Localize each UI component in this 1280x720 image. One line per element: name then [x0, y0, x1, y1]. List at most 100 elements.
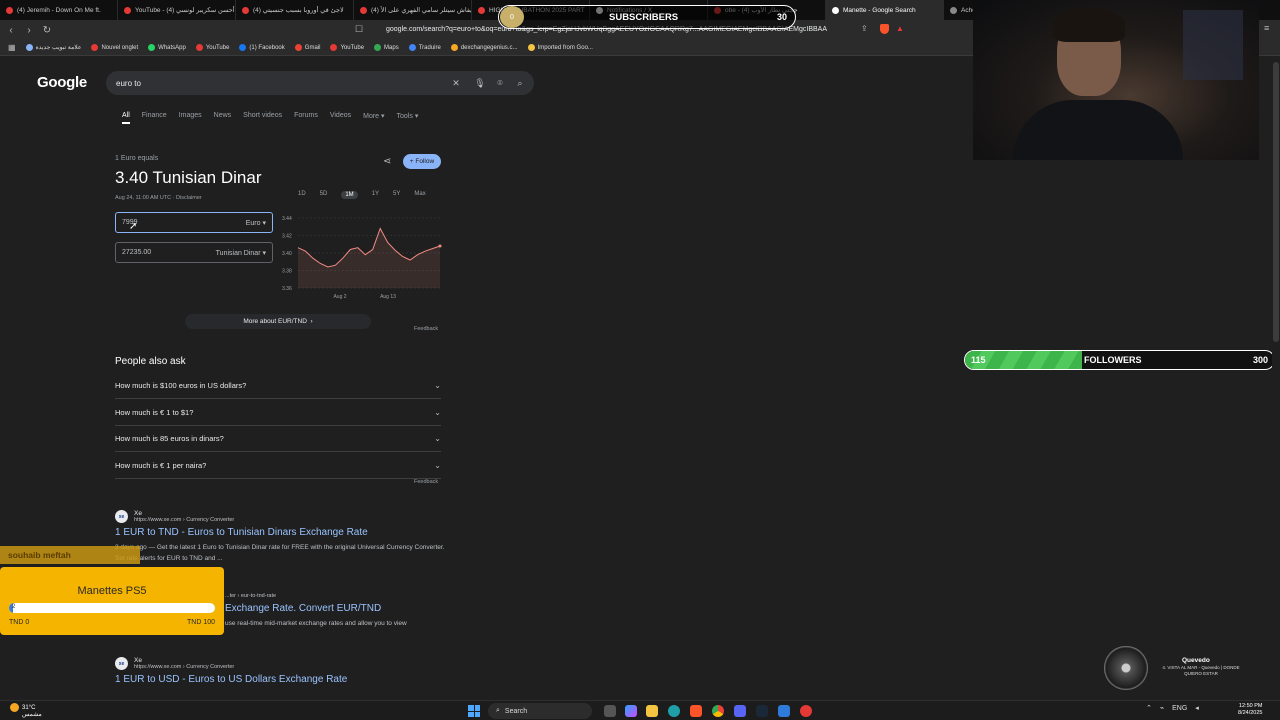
obs-icon[interactable] [800, 705, 812, 717]
file-explorer-icon[interactable] [646, 705, 658, 717]
brave-icon[interactable] [690, 705, 702, 717]
search-icon[interactable]: ⌕ [513, 76, 527, 90]
search-tab[interactable]: All [122, 112, 130, 124]
weather-widget[interactable]: 31°C مشمس [10, 703, 42, 719]
to-currency-select[interactable]: Tunisian Dinar ▾ [216, 249, 266, 257]
edge-icon[interactable] [668, 705, 680, 717]
language-indicator[interactable]: ENG [1172, 705, 1187, 712]
chart-range-tab[interactable]: Max [414, 191, 425, 199]
chevron-down-icon[interactable]: ⌄ [434, 381, 441, 390]
search-tab[interactable]: Short videos [243, 112, 282, 124]
vinyl-disc-icon [1104, 646, 1148, 690]
from-amount-field[interactable]: 7999 Euro ▾ [115, 212, 273, 233]
forward-icon[interactable]: › [22, 23, 36, 37]
search-input[interactable]: euro to [116, 79, 141, 88]
follow-button[interactable]: + Follow [403, 154, 441, 169]
chart-y-tick-label: 3.38 [282, 269, 292, 275]
lens-icon[interactable]: ⌾ [493, 76, 507, 90]
chevron-down-icon[interactable]: ⌄ [434, 461, 441, 470]
bookmark-item[interactable]: YouTube [330, 44, 364, 51]
from-currency-select[interactable]: Euro ▾ [246, 219, 266, 227]
paa-question[interactable]: How much is 85 euros in dinars? ⌄ [115, 426, 441, 452]
paa-feedback-link[interactable]: Feedback [414, 479, 438, 485]
browser-tab[interactable]: Manette - Google Search [826, 0, 944, 20]
bookmark-star-icon[interactable]: ☐ [355, 24, 363, 35]
windows-start-icon[interactable] [468, 705, 480, 717]
paa-question[interactable]: How much is € 1 to $1? ⌄ [115, 400, 441, 426]
search-tab[interactable]: News [214, 112, 232, 124]
notepad-icon[interactable] [778, 705, 790, 717]
chevron-down-icon[interactable]: ⌄ [434, 434, 441, 443]
apps-icon[interactable]: ▦ [8, 43, 16, 52]
chart-range-tab[interactable]: 1M [341, 191, 358, 199]
search-result: xe Xe https://www.xe.com › Currency Conver… [115, 657, 455, 689]
paa-question-text: How much is $100 euros in US dollars? [115, 381, 247, 390]
search-box[interactable]: euro to ✕ 🎙 ⌾ ⌕ [106, 71, 534, 95]
search-tab[interactable]: More ▾ [363, 112, 384, 124]
chart-range-tab[interactable]: 5Y [393, 191, 400, 199]
site-logo-icon: xe [115, 657, 128, 670]
bookmark-item[interactable]: علامة تبويب جديدة [25, 44, 81, 51]
menu-icon[interactable]: ≡ [1264, 23, 1269, 33]
task-view-icon[interactable] [604, 705, 616, 717]
result-site[interactable]: xe Xe https://www.xe.com › Currency Conver… [115, 657, 455, 670]
bookmark-item[interactable]: YouTube [195, 44, 229, 51]
tray-chevron-icon[interactable]: ⌃ [1146, 704, 1152, 712]
chart-range-tab[interactable]: 1D [298, 191, 306, 199]
network-icon[interactable]: ⌁ [1160, 704, 1164, 712]
result-snippet: use real-time mid-market exchange rates … [225, 620, 407, 627]
tab-favicon-icon [950, 6, 957, 14]
to-amount-field[interactable]: 27235.00 Tunisian Dinar ▾ [115, 242, 273, 263]
rewards-icon[interactable]: ▲ [896, 24, 904, 33]
google-logo[interactable]: Google [37, 74, 87, 91]
search-tab[interactable]: Videos [330, 112, 351, 124]
bookmark-item[interactable]: dexchangegenius.c... [450, 44, 518, 51]
page-scrollbar[interactable] [1272, 56, 1280, 700]
followers-goal: 300 [1252, 355, 1268, 365]
voice-search-icon[interactable]: 🎙 [473, 76, 487, 90]
steam-icon[interactable] [756, 705, 768, 717]
back-icon[interactable]: ‹ [4, 23, 18, 37]
brave-shield-icon[interactable] [880, 24, 889, 34]
search-tab[interactable]: Images [179, 112, 202, 124]
paa-question[interactable]: How much is € 1 per naira? ⌄ [115, 453, 441, 479]
result-title-link[interactable]: 1 EUR to TND - Euros to Tunisian Dinars … [115, 527, 455, 538]
result-title-link[interactable]: Exchange Rate. Convert EUR/TND [225, 603, 565, 614]
bookmark-item[interactable]: Imported from Goo... [527, 44, 593, 51]
reload-icon[interactable]: ↻ [40, 23, 54, 37]
copilot-icon[interactable] [625, 705, 637, 717]
taskbar-clock[interactable]: 12:50 PM 8/24/2025 [1238, 703, 1262, 717]
result-site-meta: Xe https://www.xe.com › Currency Converte… [134, 510, 234, 523]
clear-icon[interactable]: ✕ [449, 76, 463, 90]
chart-range-tab[interactable]: 1Y [372, 191, 379, 199]
browser-tab[interactable]: (4) لاجئ في أوروبا بسبب جنسيتي [236, 0, 354, 20]
to-amount-input[interactable]: 27235.00 [122, 249, 151, 256]
result-site[interactable]: xe Xe https://www.xe.com › Currency Conver… [115, 510, 455, 523]
search-tab[interactable]: Finance [142, 112, 167, 124]
result-title-link[interactable]: 1 EUR to USD - Euros to US Dollars Excha… [115, 674, 455, 685]
bookmark-item[interactable]: WhatsApp [148, 44, 186, 51]
scrollbar-thumb[interactable] [1273, 62, 1279, 342]
bookmark-item[interactable]: Maps [374, 44, 399, 51]
chevron-down-icon[interactable]: ⌄ [434, 408, 441, 417]
discord-icon[interactable] [734, 705, 746, 717]
chart-range-tab[interactable]: 5D [320, 191, 328, 199]
search-tab[interactable]: Tools ▾ [397, 112, 419, 124]
bookmark-item[interactable]: Gmail [294, 44, 320, 51]
result-site[interactable]: ...ter › eur-to-tnd-rate [225, 593, 565, 599]
browser-tab[interactable]: YouTube - (4) أحسن سكريبر لونسي [118, 0, 236, 20]
bookmark-item[interactable]: Nouvel onglet [91, 44, 138, 51]
more-about-button[interactable]: More about EUR/TND › [185, 314, 371, 329]
converter-feedback-link[interactable]: Feedback [414, 326, 438, 332]
search-tab[interactable]: Forums [294, 112, 318, 124]
browser-tab[interactable]: (4) كيفاش سيتلر سامي الفهري على الأ [354, 0, 472, 20]
share-icon[interactable]: ⇪ [861, 24, 868, 33]
taskbar-search[interactable]: ⌕ Search [488, 703, 592, 719]
share-result-icon[interactable]: ⋖ [383, 156, 391, 167]
chrome-icon[interactable] [712, 705, 724, 717]
bookmark-item[interactable]: Traduire [408, 44, 441, 51]
paa-question[interactable]: How much is $100 euros in US dollars? ⌄ [115, 373, 441, 399]
volume-icon[interactable]: ◂ [1195, 704, 1199, 712]
bookmark-item[interactable]: (1) Facebook [239, 44, 285, 51]
browser-tab[interactable]: (4) Jeremih - Down On Me ft. [0, 0, 118, 20]
